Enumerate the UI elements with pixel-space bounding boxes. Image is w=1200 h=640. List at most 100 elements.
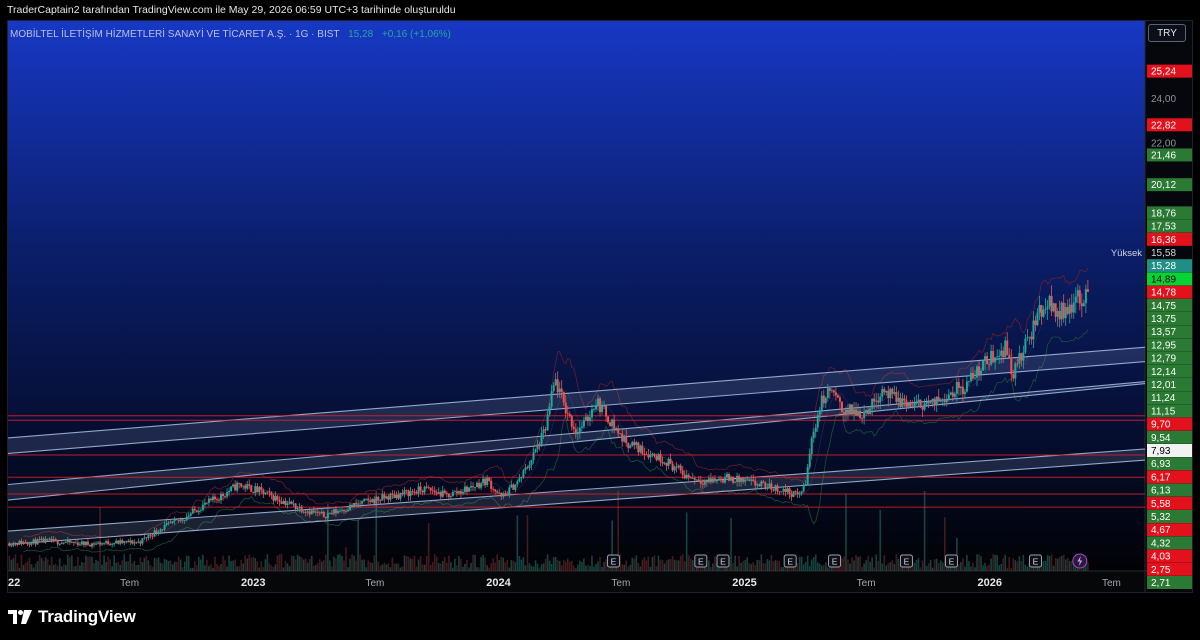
candle-body — [588, 417, 591, 422]
volume-bar — [115, 563, 117, 571]
candle-body — [260, 487, 263, 490]
volume-bar — [532, 566, 535, 571]
time-axis-label: Tem — [611, 578, 630, 589]
volume-bar — [248, 554, 251, 571]
volume-bar — [85, 555, 87, 571]
candle-body — [982, 360, 985, 371]
volume-bar — [550, 563, 553, 571]
candle-body — [570, 415, 573, 427]
volume-bar — [397, 563, 400, 571]
candle-body — [171, 521, 174, 524]
candle-body — [800, 491, 803, 494]
candle-body — [347, 509, 350, 512]
candle-body — [42, 538, 45, 543]
candle-body — [1058, 310, 1061, 320]
volume-bar — [585, 565, 587, 571]
candle-body — [871, 398, 874, 409]
candle-body — [453, 491, 456, 493]
candle-body — [161, 529, 164, 531]
volume-bar — [776, 560, 779, 571]
volume-bar — [774, 560, 777, 571]
volume-bar — [123, 554, 126, 571]
candle-body — [459, 491, 462, 494]
candle-body — [111, 544, 114, 545]
volume-bar — [470, 562, 472, 571]
volume-bar — [292, 556, 295, 571]
volume-bar — [357, 519, 359, 571]
volume-bar — [278, 554, 281, 571]
chart-pane[interactable]: EEEEEEEE 24,00 22,00 18,00 25,24 22,82 21,46 2… — [7, 20, 1193, 593]
candle-body — [971, 372, 974, 379]
volume-bar — [603, 561, 605, 571]
candle-body — [736, 475, 739, 482]
volume-bar — [361, 559, 363, 571]
volume-bar — [867, 555, 869, 571]
volume-bar — [990, 558, 992, 571]
candle-body — [103, 542, 106, 544]
candle-body — [957, 382, 960, 389]
candle-body — [564, 402, 567, 414]
volume-bar — [891, 560, 894, 571]
candle-body — [619, 433, 622, 435]
volume-bar — [861, 566, 863, 571]
candle-body — [566, 413, 569, 415]
volume-bar — [827, 567, 829, 571]
volume-bar — [500, 556, 503, 571]
tradingview-logo[interactable]: TradingView — [8, 607, 136, 627]
volume-bar — [816, 562, 819, 571]
volume-bar — [488, 567, 490, 571]
volume-bar — [812, 557, 815, 571]
volume-bar — [298, 556, 301, 571]
footer-bar — [0, 593, 1200, 640]
candle-body — [504, 493, 507, 494]
volume-bar — [125, 561, 128, 571]
volume-bar — [67, 554, 69, 571]
volume-bar — [933, 559, 936, 571]
candle-body — [461, 492, 464, 494]
volume-bar — [937, 562, 940, 571]
candle-body — [939, 400, 942, 402]
candle-body — [540, 432, 543, 447]
candle-body — [881, 389, 884, 397]
price-chart[interactable]: EEEEEEEE 24,0022,0018,0025,2422,8221,462… — [8, 21, 1193, 593]
volume-bar — [258, 567, 261, 571]
symbol-legend[interactable]: MOBİLTEL İLETİŞİM HİZMETLERİ SANAYİ VE T… — [10, 29, 451, 40]
candle-body — [506, 493, 509, 496]
volume-bar — [454, 558, 456, 571]
volume-bar — [58, 558, 61, 571]
volume-bar — [143, 557, 146, 571]
volume-bar — [81, 562, 83, 571]
candle-body — [838, 397, 841, 402]
candle-body — [836, 395, 839, 398]
candle-body — [945, 399, 948, 402]
candle-body — [824, 397, 827, 404]
candle-body — [973, 377, 976, 379]
volume-bar — [980, 556, 982, 571]
candle-body — [381, 494, 384, 501]
volume-bar — [480, 557, 482, 571]
candle-body — [387, 496, 390, 500]
candle-body — [1004, 340, 1007, 358]
candle-body — [990, 351, 993, 365]
candle-body — [18, 540, 21, 545]
candle-body — [980, 370, 983, 375]
candle-body — [572, 426, 575, 429]
volume-bar — [752, 562, 755, 571]
candle-body — [326, 513, 329, 519]
candle-body — [262, 489, 265, 494]
volume-bar — [972, 562, 974, 571]
candle-body — [998, 355, 1001, 357]
candle-body — [641, 445, 644, 454]
candle-body — [439, 492, 442, 497]
currency-button[interactable]: TRY — [1148, 24, 1186, 42]
candle-body — [788, 488, 791, 495]
volume-bar — [419, 556, 422, 571]
candle-body — [919, 399, 922, 408]
volume-bar — [560, 565, 563, 571]
candle-body — [675, 466, 678, 468]
candle-body — [1064, 307, 1067, 319]
candle-body — [115, 540, 118, 544]
volume-bar — [935, 558, 938, 571]
price-axis-label: 15,58 — [1151, 248, 1176, 259]
candle-body — [44, 538, 47, 543]
